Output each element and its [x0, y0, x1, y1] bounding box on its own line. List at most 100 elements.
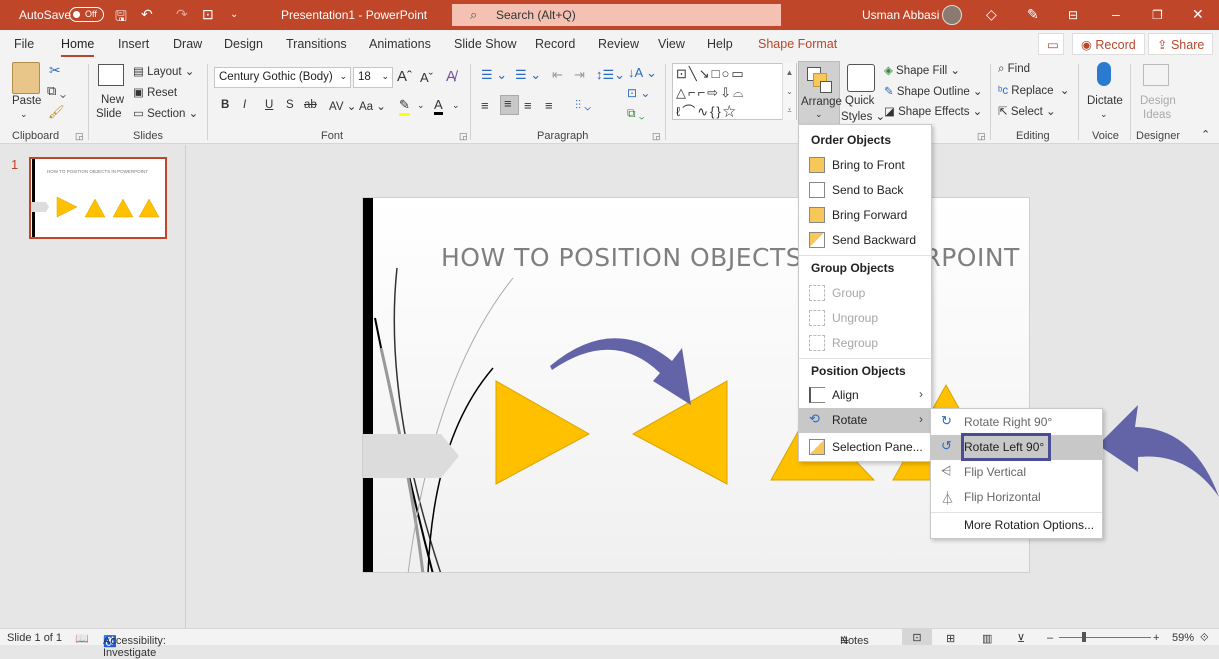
customize-icon[interactable]: ⌄ [230, 9, 238, 20]
tab-design[interactable]: Design [224, 37, 263, 51]
autosave-toggle[interactable]: Off [69, 7, 104, 22]
quick-styles-label-2[interactable]: Styles ⌄ [841, 109, 885, 123]
shape-outline-button[interactable]: ✎ Shape Outline ⌄ [884, 84, 983, 98]
zoom-slider[interactable] [1059, 637, 1151, 638]
clipboard-launcher-icon[interactable]: ◲ [75, 131, 84, 142]
paste-dropdown-icon[interactable]: ⌄ [20, 109, 28, 120]
tab-animations[interactable]: Animations [369, 37, 431, 51]
font-size-select[interactable]: 18 ⌄ [353, 67, 393, 88]
diamond-icon[interactable]: ◇ [986, 6, 997, 23]
highlight-icon[interactable]: ✎ [399, 97, 410, 116]
gallery-scroll[interactable]: ▲ ⌄ ⩡ [782, 63, 796, 120]
tab-shape-format[interactable]: Shape Format [758, 37, 837, 51]
slideshow-view-icon[interactable]: ⊻ [1017, 632, 1025, 645]
align-text-icon[interactable]: ⊡ ⌄ [627, 86, 650, 100]
shadow-button[interactable]: S [286, 99, 294, 111]
align-center-icon[interactable]: ≡ [500, 95, 519, 115]
fit-to-window-icon[interactable]: ⟐ [1200, 632, 1209, 645]
line-spacing-icon[interactable]: ↕☰⌄ [596, 67, 625, 83]
italic-button[interactable]: I [243, 99, 246, 111]
user-name[interactable]: Usman Abbasi [862, 8, 939, 22]
slide-title[interactable]: HOW TO POSITION OBJECTS IN POWERPOINT [441, 243, 1020, 272]
select-button[interactable]: ⇱ Select ⌄ [998, 104, 1056, 118]
pen-icon[interactable]: ✎ [1027, 6, 1039, 23]
smartart-icon[interactable]: ⧉ ⌄ [627, 106, 645, 121]
zoom-slider-thumb[interactable] [1082, 632, 1087, 642]
tab-help[interactable]: Help [707, 37, 733, 51]
rotate-right-item[interactable]: ↻ Rotate Right 90° [931, 410, 1102, 435]
align-right-icon[interactable]: ≡ [524, 98, 532, 113]
clear-formatting-icon[interactable]: A̸ [446, 68, 456, 85]
slide-thumbnail[interactable]: HOW TO POSITION OBJECTS IN POWERPOINT [29, 157, 167, 239]
search-box[interactable]: ⌕ Search (Alt+Q) [452, 4, 781, 26]
bullets-icon[interactable]: ☰ ⌄ [481, 67, 507, 83]
decrease-indent-icon[interactable]: ⇤ [552, 67, 563, 83]
quick-styles-icon[interactable] [847, 64, 875, 92]
numbering-icon[interactable]: ☰ ⌄ [515, 67, 541, 83]
shapes-gallery[interactable]: ⊡╲↘□○▭ △⌐⌐⇨⇩⌓ ℓ⌒∿{}☆ [672, 63, 797, 120]
zoom-level[interactable]: 59% [1172, 632, 1194, 644]
tab-record[interactable]: Record [535, 37, 575, 51]
flip-vertical-item[interactable]: ⩤ Flip Vertical [931, 460, 1102, 485]
tab-insert[interactable]: Insert [118, 37, 149, 51]
new-slide-label-2[interactable]: Slide [96, 108, 122, 120]
paragraph-launcher-icon[interactable]: ◲ [652, 131, 661, 142]
slide-sorter-icon[interactable]: ⊞ [946, 632, 955, 645]
bring-to-front-item[interactable]: Bring to Front [799, 153, 931, 178]
restore-icon[interactable]: ❐ [1152, 8, 1163, 22]
regroup-item[interactable]: Regroup [799, 331, 931, 356]
paste-button[interactable]: Paste [12, 95, 41, 107]
columns-icon[interactable]: ⫶⫶ ⌄ [575, 98, 591, 113]
font-family-select[interactable]: Century Gothic (Body) ⌄ [214, 67, 351, 88]
selection-pane-item[interactable]: Selection Pane... [799, 435, 931, 460]
drawing-launcher-icon[interactable]: ◲ [977, 131, 986, 142]
tab-home[interactable]: Home [61, 37, 95, 57]
zoom-in-button[interactable]: + [1153, 632, 1159, 644]
undo-icon[interactable]: ↶ [141, 6, 153, 23]
collapse-ribbon-icon[interactable]: ⌃ [1201, 128, 1210, 141]
bold-button[interactable]: B [221, 99, 229, 111]
grow-font-icon[interactable]: Aˆ [397, 68, 412, 85]
normal-view-icon[interactable]: ⊡ [902, 629, 932, 645]
format-painter-icon[interactable]: 🖌 [48, 104, 65, 120]
paste-icon[interactable] [12, 62, 40, 94]
zoom-out-button[interactable]: – [1047, 632, 1053, 644]
redo-icon[interactable]: ↷ [176, 6, 188, 23]
send-backward-item[interactable]: Send Backward [799, 228, 931, 253]
arrange-button[interactable]: Arrange ⌄ [798, 61, 842, 125]
flip-horizontal-item[interactable]: ⏃ Flip Horizontal [931, 485, 1102, 510]
tab-review[interactable]: Review [598, 37, 639, 51]
comments-button[interactable]: ▭ [1038, 33, 1064, 55]
group-item[interactable]: Group [799, 281, 931, 306]
rotate-item[interactable]: ⟲ Rotate › [799, 408, 931, 433]
highlight-dropdown-icon[interactable]: ⌄ [417, 100, 425, 111]
tab-view[interactable]: View [658, 37, 685, 51]
reset-button[interactable]: ▣ Reset [133, 85, 177, 99]
ungroup-item[interactable]: Ungroup [799, 306, 931, 331]
share-button[interactable]: ⇪ Share [1148, 33, 1214, 55]
spellcheck-icon[interactable]: 📖 [75, 632, 89, 645]
tab-transitions[interactable]: Transitions [286, 37, 347, 51]
char-spacing-button[interactable]: AV ⌄ [329, 99, 356, 113]
increase-indent-icon[interactable]: ⇥ [574, 67, 585, 83]
microphone-icon[interactable] [1097, 62, 1111, 86]
close-icon[interactable]: ✕ [1192, 6, 1204, 23]
font-launcher-icon[interactable]: ◲ [459, 131, 468, 142]
text-direction-icon[interactable]: ↓A ⌄ [628, 65, 657, 81]
justify-icon[interactable]: ≡ [545, 98, 553, 113]
reading-view-icon[interactable]: ▥ [982, 632, 992, 645]
tab-file[interactable]: File [14, 37, 34, 51]
more-rotation-options-item[interactable]: More Rotation Options... [931, 513, 1102, 538]
find-button[interactable]: ⌕ Find [998, 63, 1030, 76]
tab-draw[interactable]: Draw [173, 37, 202, 51]
quick-styles-label-1[interactable]: Quick [845, 95, 874, 107]
tab-slide-show[interactable]: Slide Show [454, 37, 517, 51]
avatar[interactable] [942, 5, 962, 25]
section-button[interactable]: ▭ Section ⌄ [133, 106, 198, 120]
layout-button[interactable]: ▤ Layout ⌄ [133, 64, 194, 78]
align-item[interactable]: Align › [799, 383, 931, 408]
shape-effects-button[interactable]: ◪ Shape Effects ⌄ [884, 104, 982, 118]
cut-icon[interactable]: ✂ [49, 62, 61, 79]
strikethrough-button[interactable]: ab [304, 99, 317, 111]
dictate-dropdown-icon[interactable]: ⌄ [1100, 109, 1108, 120]
